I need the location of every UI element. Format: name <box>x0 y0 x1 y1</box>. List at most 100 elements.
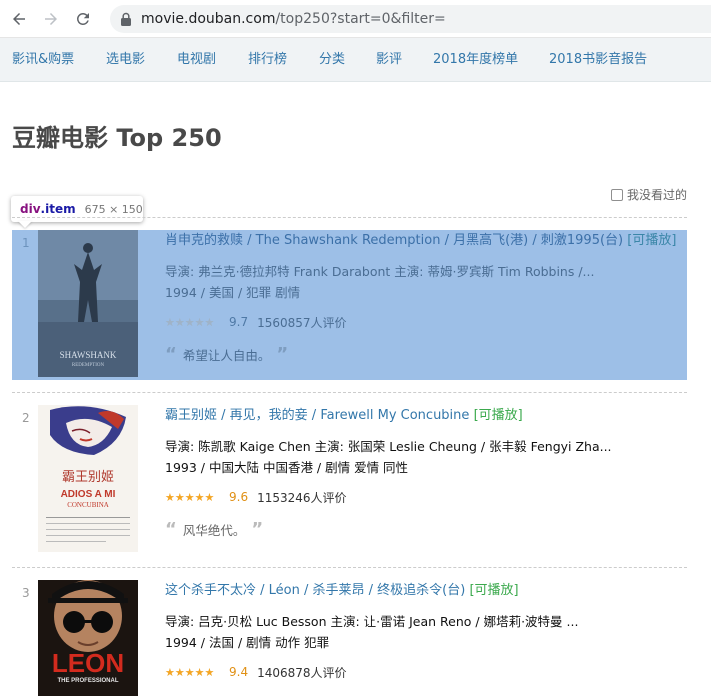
movie-title-link[interactable]: 肖申克的救赎 <box>165 233 243 248</box>
director-cast-line: 导演: 陈凯歌 Kaige Chen 主演: 张国荣 Leslie Cheung… <box>165 439 612 454</box>
movie-quote: “ 风华绝代。 ” <box>165 519 685 540</box>
rating-row: ★★★★★ ★★★★★ 9.7 1560857人评价 <box>165 312 685 332</box>
rating-row: ★★★★★ ★★★★★ 9.4 1406878人评价 <box>165 662 685 682</box>
reload-icon <box>76 12 89 25</box>
rating-stars-fill: ★★★★★ <box>165 666 215 678</box>
rating-score: 9.7 <box>229 315 249 329</box>
subnav-item-explore[interactable]: 选电影 <box>106 38 145 82</box>
subnav-item-tv[interactable]: 电视剧 <box>177 38 216 82</box>
playable-badge: [可播放] <box>473 408 523 423</box>
movie-poster[interactable]: LEON THE PROFESSIONAL <box>38 580 138 696</box>
rating-score: 9.4 <box>229 665 249 679</box>
url-host: movie.douban.com <box>141 11 276 27</box>
devtools-tag: div <box>20 202 41 216</box>
movie-alt-title[interactable]: / The Shawshank Redemption <box>243 233 440 248</box>
poster-en-subtitle: CONCUBINA <box>67 501 109 509</box>
movie-rank: 2 <box>22 411 30 425</box>
movie-credits: 导演: 弗兰克·德拉邦特 Frank Darabont 主演: 蒂姆·罗宾斯 T… <box>165 261 685 303</box>
subnav-item-reviews[interactable]: 影评 <box>376 38 402 82</box>
quote-open-icon: “ <box>165 519 177 540</box>
rating-stars-fill: ★★★★★ <box>165 316 215 328</box>
movie-item: 3 LEON THE PROFESSIONAL 这个杀手不太冷 / Léon /… <box>12 580 687 696</box>
subnav-item-tickets[interactable]: 影讯&购票 <box>12 38 74 82</box>
unwatched-checkbox[interactable] <box>611 188 623 201</box>
arrow-left-icon <box>13 12 25 25</box>
movie-other-title[interactable]: / Farewell My Concubine <box>308 408 470 423</box>
movie-rank: 1 <box>22 236 30 250</box>
director-cast-line: 导演: 弗兰克·德拉邦特 Frank Darabont 主演: 蒂姆·罗宾斯 T… <box>165 264 595 279</box>
movie-poster[interactable]: 霸王别姬 ADIOS A MI CONCUBINA <box>38 405 138 552</box>
movie-info: 霸王别姬 / 再见，我的妾 / Farewell My Concubine [可… <box>165 405 685 540</box>
shawshank-poster-image: SHAWSHANK REDEMPTION <box>38 230 138 377</box>
rating-score: 9.6 <box>229 490 249 504</box>
quote-close-icon: ” <box>251 519 264 540</box>
director-cast-line: 导演: 吕克·贝松 Luc Besson 主演: 让·雷诺 Jean Reno … <box>165 614 579 629</box>
subnav-item-report-2018[interactable]: 2018书影音报告 <box>549 38 647 82</box>
playable-badge: [可播放] <box>627 233 677 248</box>
vote-count: 1153246人评价 <box>257 490 347 505</box>
movie-credits: 导演: 吕克·贝松 Luc Besson 主演: 让·雷诺 Jean Reno … <box>165 611 685 653</box>
divider <box>12 567 687 568</box>
quote-text: 希望让人自由。 <box>182 348 271 363</box>
subnav-item-chart[interactable]: 排行榜 <box>248 38 287 82</box>
movie-item: 2 霸王别姬 ADIOS A MI CONCUBINA 霸王别姬 / 再见，我的… <box>12 405 687 555</box>
movie-item: 1 SHAWSHANK REDEMPTION 肖申克的救赎 / The Shaw… <box>12 230 687 380</box>
devtools-element-tooltip: div .item 675 × 150 <box>11 196 143 222</box>
movie-title-line: 肖申克的救赎 / The Shawshank Redemption / 月黑高飞… <box>165 230 685 252</box>
movie-alt-title[interactable]: / Léon <box>256 583 300 598</box>
address-bar[interactable]: movie.douban.com/top250?start=0&filter= <box>110 5 711 33</box>
divider <box>12 392 687 393</box>
lock-icon <box>121 12 131 26</box>
devtools-tooltip-arrow <box>18 221 32 228</box>
movie-info: 肖申克的救赎 / The Shawshank Redemption / 月黑高飞… <box>165 230 685 365</box>
url-path: /top250?start=0&filter= <box>275 11 446 27</box>
year-country-genre-line: 1994 / 法国 / 剧情 动作 犯罪 <box>165 635 330 650</box>
quote-close-icon: ” <box>276 344 289 365</box>
poster-en-title: ADIOS A MI <box>61 489 116 500</box>
unwatched-filter[interactable]: 我没看过的 <box>611 186 687 203</box>
quote-text: 风华绝代。 <box>182 523 246 538</box>
movie-info: 这个杀手不太冷 / Léon / 杀手莱昂 / 终极追杀令(台) [可播放] 导… <box>165 580 685 682</box>
playable-badge: [可播放] <box>469 583 519 598</box>
movie-rank: 3 <box>22 586 30 600</box>
poster-subtitle: THE PROFESSIONAL <box>57 678 118 684</box>
devtools-class: .item <box>40 202 76 216</box>
movie-title-link[interactable]: 霸王别姬 <box>165 408 217 423</box>
movie-alt-title[interactable]: / 再见，我的妾 <box>217 408 308 423</box>
subnav-item-annual-2018[interactable]: 2018年度榜单 <box>433 38 518 82</box>
rating-stars: ★★★★★ ★★★★★ <box>165 492 220 503</box>
rating-stars-fill: ★★★★★ <box>165 491 215 503</box>
movie-other-title[interactable]: / 月黑高飞(港) / 刺激1995(台) <box>440 233 624 248</box>
movie-title-link[interactable]: 这个杀手不太冷 <box>165 583 256 598</box>
rating-stars: ★★★★★ ★★★★★ <box>165 666 215 678</box>
year-country-genre-line: 1994 / 美国 / 犯罪 剧情 <box>165 285 301 300</box>
poster-cn-title: 霸王别姬 <box>62 470 114 485</box>
poster-subtitle: REDEMPTION <box>72 363 105 368</box>
poster-title: LEON <box>52 648 124 678</box>
forward-button[interactable] <box>38 6 64 32</box>
movie-title-line: 霸王别姬 / 再见，我的妾 / Farewell My Concubine [可… <box>165 405 685 427</box>
movie-credits: 导演: 陈凯歌 Kaige Chen 主演: 张国荣 Leslie Cheung… <box>165 436 685 478</box>
page-title: 豆瓣电影 Top 250 <box>12 124 222 152</box>
movie-quote: “ 希望让人自由。 ” <box>165 344 685 365</box>
rating-stars: ★★★★★ ★★★★★ <box>165 317 220 328</box>
movie-other-title[interactable]: / 杀手莱昂 / 终极追杀令(台) <box>300 583 465 598</box>
subnav-item-tags[interactable]: 分类 <box>319 38 345 82</box>
arrow-right-icon <box>45 12 57 25</box>
reload-button[interactable] <box>70 6 96 32</box>
vote-count: 1560857人评价 <box>257 315 347 330</box>
rating-row: ★★★★★ ★★★★★ 9.6 1153246人评价 <box>165 487 685 507</box>
divider <box>12 217 687 218</box>
douban-subnav: 影讯&购票 选电影 电视剧 排行榜 分类 影评 2018年度榜单 2018书影音… <box>0 38 711 82</box>
back-button[interactable] <box>6 6 32 32</box>
browser-toolbar: movie.douban.com/top250?start=0&filter= <box>0 0 711 38</box>
unwatched-filter-label: 我没看过的 <box>627 188 688 202</box>
devtools-dimensions: 675 × 150 <box>84 202 143 216</box>
quote-open-icon: “ <box>165 344 177 365</box>
leon-poster-image: LEON THE PROFESSIONAL <box>38 580 138 696</box>
poster-title: SHAWSHANK <box>60 350 117 360</box>
vote-count: 1406878人评价 <box>257 665 347 680</box>
movie-title-line: 这个杀手不太冷 / Léon / 杀手莱昂 / 终极追杀令(台) [可播放] <box>165 580 685 602</box>
movie-poster[interactable]: SHAWSHANK REDEMPTION <box>38 230 138 377</box>
year-country-genre-line: 1993 / 中国大陆 中国香港 / 剧情 爱情 同性 <box>165 460 409 475</box>
